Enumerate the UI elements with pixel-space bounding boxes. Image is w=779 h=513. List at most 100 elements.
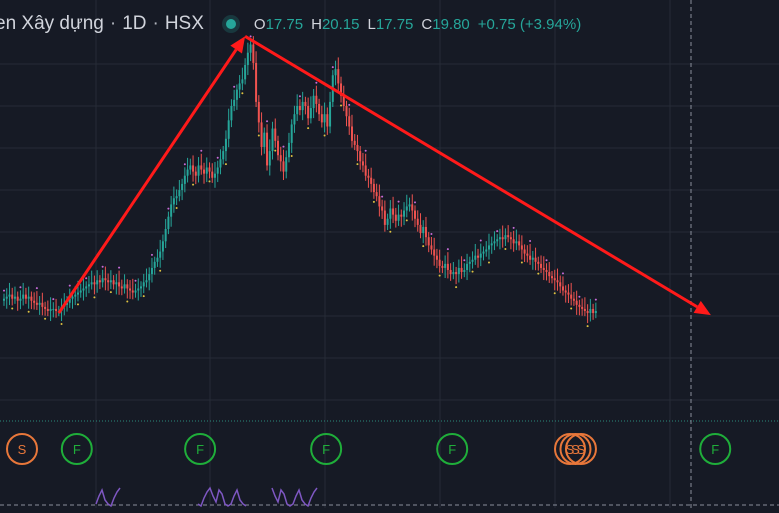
candle <box>222 145 225 165</box>
candle <box>192 155 195 186</box>
candle-body <box>529 255 532 260</box>
candle-body <box>178 190 181 197</box>
candle <box>520 235 523 264</box>
candle <box>326 107 329 135</box>
candle-body <box>98 280 101 283</box>
candle <box>257 95 260 137</box>
high-dot <box>118 266 121 269</box>
candle <box>213 161 216 188</box>
candle <box>153 256 156 275</box>
high-dot <box>512 226 515 229</box>
candle-body <box>542 267 545 270</box>
candle-body <box>361 161 364 166</box>
high-dot <box>331 66 334 69</box>
candle-body <box>13 296 16 299</box>
high-dot <box>200 149 203 152</box>
candle-body <box>285 157 288 172</box>
candle-body <box>457 267 460 275</box>
candle <box>301 91 304 121</box>
candle-body <box>318 103 321 115</box>
candle-body <box>49 308 52 311</box>
candle-body <box>466 263 469 270</box>
symbol-name[interactable]: en Xây dựng <box>0 13 104 35</box>
candle <box>526 245 529 263</box>
candle <box>460 256 463 279</box>
candle-body <box>348 116 351 127</box>
candle-body <box>435 255 438 260</box>
high-dot <box>52 298 55 301</box>
high-dot <box>298 95 301 98</box>
candle <box>329 91 332 134</box>
candle-body <box>170 204 173 217</box>
candle <box>457 259 460 283</box>
candle <box>44 301 47 320</box>
candle-body <box>5 296 8 299</box>
candle <box>501 225 504 248</box>
candle-body <box>271 128 274 152</box>
candle <box>441 260 444 274</box>
high-dot <box>364 149 367 152</box>
candle-body <box>222 151 225 160</box>
low-dot <box>44 317 47 320</box>
candle-body <box>383 210 386 225</box>
candle-body <box>205 167 208 174</box>
candle <box>414 201 416 228</box>
stock-chart[interactable]: SFFFFSSSF en Xây dựng · 1D · HSX O17.75 … <box>0 0 779 508</box>
candle <box>518 234 521 251</box>
candle <box>400 209 403 227</box>
high-dot <box>381 195 384 198</box>
candle <box>542 256 545 281</box>
candle-body <box>230 106 233 121</box>
candle <box>381 195 384 219</box>
candle <box>216 156 219 183</box>
candle-body <box>181 183 184 191</box>
low-dot <box>307 127 310 130</box>
candle <box>375 183 378 202</box>
candle <box>55 298 58 318</box>
candle-body <box>359 151 362 162</box>
candle-body <box>482 251 485 254</box>
change-value: +0.75 (+3.94%) <box>477 15 582 33</box>
signal-markers: S F F F F SSS F <box>6 433 732 465</box>
candle <box>529 239 532 265</box>
candle <box>578 295 581 316</box>
candle <box>389 200 392 233</box>
high-dot <box>183 163 186 166</box>
candle <box>496 230 499 247</box>
candle-body <box>548 272 551 277</box>
candle-body <box>200 165 203 170</box>
candle <box>474 243 477 265</box>
candle-body <box>430 245 433 250</box>
candle <box>140 281 142 297</box>
candle-body <box>3 298 5 301</box>
candle <box>318 98 321 121</box>
candle-body <box>112 280 115 285</box>
candle <box>156 249 159 267</box>
price-chart-svg[interactable]: S F F F F SSS F <box>0 0 779 508</box>
open-label: O <box>253 15 266 33</box>
candle-body <box>35 302 38 305</box>
high-dot <box>496 230 499 233</box>
candle <box>279 146 282 172</box>
candle <box>337 57 340 92</box>
oscillator-panel <box>95 486 318 508</box>
low-dot <box>192 183 195 186</box>
candle-body <box>211 171 214 178</box>
candle <box>87 275 90 294</box>
candle-body <box>255 62 258 102</box>
candle <box>30 291 33 310</box>
candle <box>394 207 397 228</box>
candle-body <box>55 308 58 311</box>
candle-body <box>219 159 222 168</box>
candle <box>142 273 145 298</box>
candle-body <box>41 302 44 307</box>
candle-body <box>107 280 110 283</box>
candle-body <box>400 214 403 217</box>
candle <box>359 145 362 170</box>
candle <box>255 51 258 108</box>
high-dot <box>19 286 22 289</box>
candle-body <box>389 208 392 219</box>
interval-label[interactable]: 1D <box>122 13 146 35</box>
candle <box>203 162 206 184</box>
candle <box>556 268 559 291</box>
